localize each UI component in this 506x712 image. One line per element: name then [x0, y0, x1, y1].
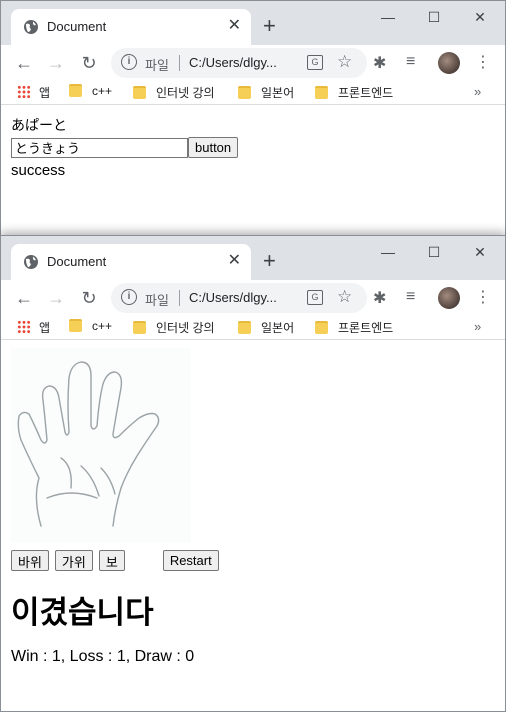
- folder-icon: [133, 321, 146, 334]
- extensions-icon[interactable]: ✱: [373, 288, 386, 308]
- bookmark-cpp[interactable]: c++: [69, 84, 112, 98]
- bookmark-lecture[interactable]: 인터넷 강의: [133, 319, 215, 336]
- more-bookmarks-icon[interactable]: »: [474, 84, 481, 99]
- bookmark-apps[interactable]: 앱: [17, 319, 50, 336]
- apps-grid-icon: [17, 85, 31, 99]
- info-icon[interactable]: i: [121, 54, 137, 70]
- tab-strip: Document ✕ + — ☐ ✕: [1, 236, 505, 280]
- apps-grid-icon: [17, 320, 31, 334]
- reload-icon[interactable]: ↻: [79, 288, 99, 308]
- avatar[interactable]: [438, 52, 460, 74]
- rps-controls: 바위 가위 보 Restart: [11, 550, 495, 571]
- score-text: Win : 1, Loss : 1, Draw : 0: [11, 648, 195, 665]
- browser-window-2: Document ✕ + — ☐ ✕ ← → ↻ i 파일 C:/Users/d…: [0, 235, 506, 712]
- avatar[interactable]: [438, 287, 460, 309]
- extensions-icon[interactable]: ✱: [373, 53, 386, 73]
- menu-icon[interactable]: ⋮: [475, 288, 491, 308]
- reload-icon[interactable]: ↻: [79, 53, 99, 73]
- toolbar: ← → ↻ i 파일 C:/Users/dlgy... G ☆ ✱ ≡ ⋮: [1, 45, 505, 81]
- tab-document[interactable]: Document ✕: [11, 9, 251, 45]
- folder-icon: [238, 86, 251, 99]
- info-icon[interactable]: i: [121, 289, 137, 305]
- folder-icon: [315, 321, 328, 334]
- minimize-icon[interactable]: —: [365, 242, 411, 262]
- restart-button[interactable]: Restart: [162, 550, 219, 571]
- tab-document[interactable]: Document ✕: [11, 244, 251, 280]
- page-content: あぱーと button success: [1, 105, 505, 189]
- bookmark-star-icon[interactable]: ☆: [337, 52, 352, 72]
- page-content: 바위 가위 보 Restart 이겼습니다 Win : 1, Loss : 1,…: [1, 340, 505, 674]
- tab-title: Document: [47, 19, 107, 34]
- bookmark-frontend[interactable]: 프론트엔드: [315, 319, 393, 336]
- back-icon[interactable]: ←: [14, 288, 34, 308]
- folder-icon: [69, 84, 82, 97]
- bookmark-japanese[interactable]: 일본어: [238, 319, 294, 336]
- close-tab-icon[interactable]: ✕: [228, 17, 241, 35]
- url-text[interactable]: C:/Users/dlgy...: [189, 290, 277, 305]
- address-bar[interactable]: i 파일 C:/Users/dlgy... G ☆: [111, 283, 367, 313]
- translate-icon[interactable]: G: [307, 290, 323, 305]
- scissors-button[interactable]: 가위: [54, 550, 93, 571]
- folder-icon: [315, 86, 328, 99]
- close-window-icon[interactable]: ✕: [457, 7, 503, 27]
- bookmark-lecture[interactable]: 인터넷 강의: [133, 84, 215, 101]
- back-icon[interactable]: ←: [14, 53, 34, 73]
- menu-icon[interactable]: ⋮: [475, 53, 491, 73]
- close-tab-icon[interactable]: ✕: [228, 252, 241, 270]
- rock-button[interactable]: 바위: [11, 550, 49, 571]
- bookmark-cpp[interactable]: c++: [69, 319, 112, 333]
- media-queue-icon[interactable]: ≡: [406, 288, 415, 306]
- minimize-icon[interactable]: —: [365, 7, 411, 27]
- url-text[interactable]: C:/Users/dlgy...: [189, 55, 277, 70]
- browser-window-1: Document ✕ + — ☐ ✕ ← → ↻ i 파일 C:/Users/d…: [0, 0, 506, 236]
- tab-title: Document: [47, 254, 107, 269]
- submit-button[interactable]: button: [188, 137, 239, 158]
- forward-icon[interactable]: →: [46, 288, 66, 308]
- word-label: あぱーと: [11, 117, 67, 133]
- bookmark-frontend[interactable]: 프론트엔드: [315, 84, 393, 101]
- status-text: success: [11, 162, 66, 179]
- tab-strip: Document ✕ + — ☐ ✕: [1, 1, 505, 45]
- media-queue-icon[interactable]: ≡: [406, 53, 415, 71]
- new-tab-icon[interactable]: +: [263, 15, 276, 37]
- answer-input[interactable]: [11, 137, 188, 158]
- url-prefix: 파일: [145, 58, 169, 73]
- hand-paper-image: [11, 348, 191, 543]
- paper-button[interactable]: 보: [98, 550, 125, 571]
- toolbar: ← → ↻ i 파일 C:/Users/dlgy... G ☆ ✱ ≡ ⋮: [1, 280, 505, 316]
- bookmark-japanese[interactable]: 일본어: [238, 84, 294, 101]
- address-bar[interactable]: i 파일 C:/Users/dlgy... G ☆: [111, 48, 367, 78]
- globe-icon: [24, 255, 38, 269]
- close-window-icon[interactable]: ✕: [457, 242, 503, 262]
- bookmarks-bar: 앱 c++ 인터넷 강의 일본어 프론트엔드 »: [1, 81, 505, 105]
- url-separator: [179, 290, 180, 306]
- bookmarks-bar: 앱 c++ 인터넷 강의 일본어 프론트엔드 »: [1, 316, 505, 340]
- maximize-icon[interactable]: ☐: [411, 7, 457, 27]
- bookmark-apps[interactable]: 앱: [17, 84, 50, 101]
- url-separator: [179, 55, 180, 71]
- maximize-icon[interactable]: ☐: [411, 242, 457, 262]
- folder-icon: [133, 86, 146, 99]
- folder-icon: [69, 319, 82, 332]
- new-tab-icon[interactable]: +: [263, 250, 276, 272]
- more-bookmarks-icon[interactable]: »: [474, 319, 481, 334]
- forward-icon[interactable]: →: [46, 53, 66, 73]
- globe-icon: [24, 20, 38, 34]
- bookmark-star-icon[interactable]: ☆: [337, 287, 352, 307]
- folder-icon: [238, 321, 251, 334]
- translate-icon[interactable]: G: [307, 55, 323, 70]
- result-heading: 이겼습니다: [11, 595, 154, 630]
- url-prefix: 파일: [145, 293, 169, 308]
